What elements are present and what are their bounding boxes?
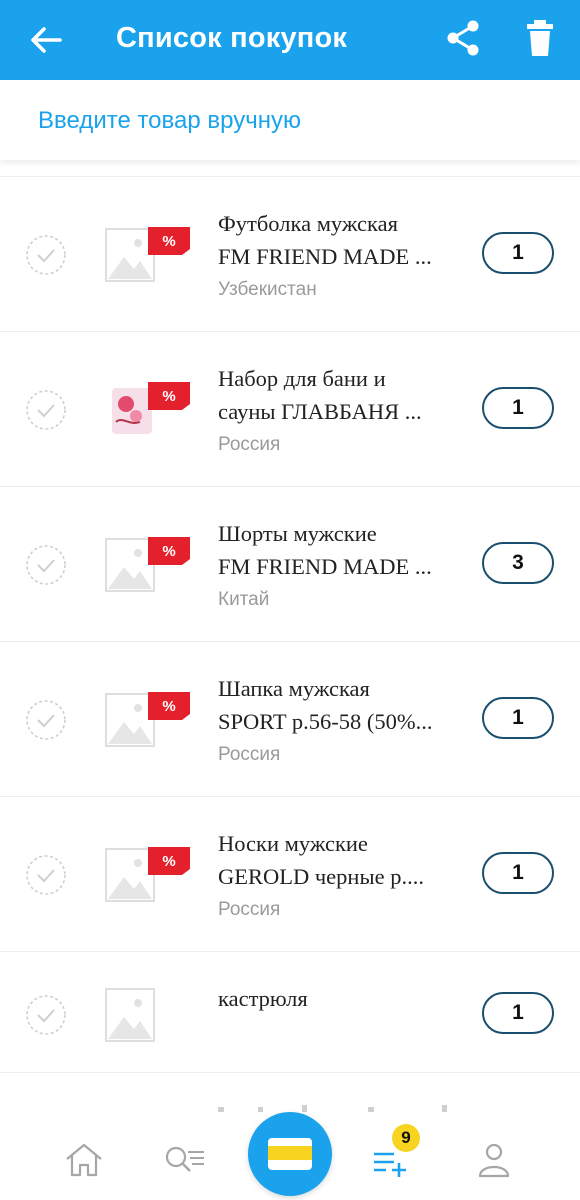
discount-label: % <box>162 388 175 405</box>
home-icon[interactable] <box>62 1140 106 1180</box>
checkbox-circle[interactable] <box>24 543 68 587</box>
item-origin: Китай <box>218 589 270 610</box>
bottom-navigation: 9 <box>0 1112 580 1200</box>
placeholder-image-icon <box>105 988 155 1042</box>
placeholder-image-icon: % <box>105 537 190 592</box>
item-origin: Россия <box>218 434 281 455</box>
manual-entry-input[interactable]: Введите товар вручную <box>38 106 301 136</box>
discount-label: % <box>162 853 175 870</box>
product-photo: % <box>112 382 190 434</box>
placeholder-image-icon: % <box>105 847 190 902</box>
arrow-left-icon[interactable] <box>26 20 66 60</box>
checkbox-circle[interactable] <box>24 853 68 897</box>
item-origin: Россия <box>218 899 281 920</box>
quantity-button[interactable]: 1 <box>482 232 554 274</box>
quantity-button[interactable]: 1 <box>482 992 554 1034</box>
profile-icon[interactable] <box>474 1140 518 1180</box>
item-name: Шорты мужские FM FRIEND MADE ... <box>218 521 432 579</box>
quantity-button[interactable]: 1 <box>482 697 554 739</box>
quantity-button[interactable]: 1 <box>482 387 554 429</box>
item-name: Шапка мужская SPORT р.56-58 (50%... <box>218 676 433 734</box>
item-name: кастрюля <box>218 986 308 1011</box>
list-item[interactable]: % Шапка мужская SPORT р.56-58 (50%... Ро… <box>0 641 580 796</box>
search-list-icon[interactable] <box>162 1140 206 1180</box>
discount-label: % <box>162 698 175 715</box>
item-name: Футболка мужская FM FRIEND MADE ... <box>218 211 432 269</box>
item-origin: Узбекистан <box>218 279 317 300</box>
list-item[interactable]: % Шорты мужские FM FRIEND MADE ... Китай… <box>0 486 580 641</box>
discount-label: % <box>162 543 175 560</box>
checkbox-circle[interactable] <box>24 993 68 1037</box>
placeholder-image-icon: % <box>105 227 190 282</box>
item-origin: Россия <box>218 744 281 765</box>
list-item[interactable]: % Футболка мужская FM FRIEND MADE ... Уз… <box>0 176 580 331</box>
app-bar: Список покупок <box>0 0 580 80</box>
loyalty-card-icon <box>268 1138 312 1170</box>
list-item-partial <box>0 1072 580 1113</box>
list-count-badge: 9 <box>392 1124 420 1152</box>
list-item[interactable]: кастрюля 1 <box>0 951 580 1075</box>
list-item[interactable]: % Набор для бани и сауны ГЛАВБАНЯ ... Ро… <box>0 331 580 486</box>
list-item[interactable]: % Носки мужские GEROLD черные р.... Росс… <box>0 796 580 951</box>
loyalty-card-button[interactable] <box>248 1112 332 1196</box>
placeholder-image-icon: % <box>105 692 190 747</box>
trash-icon[interactable] <box>520 16 560 60</box>
share-icon[interactable] <box>444 18 484 58</box>
checkbox-circle[interactable] <box>24 233 68 277</box>
discount-label: % <box>162 233 175 250</box>
page-title: Список покупок <box>116 22 348 54</box>
item-name: Набор для бани и сауны ГЛАВБАНЯ ... <box>218 366 422 424</box>
shopping-list: % Футболка мужская FM FRIEND MADE ... Уз… <box>0 176 580 1075</box>
checkbox-circle[interactable] <box>24 698 68 742</box>
item-name: Носки мужские GEROLD черные р.... <box>218 831 424 889</box>
manual-entry-bar: Введите товар вручную <box>0 80 580 160</box>
quantity-button[interactable]: 1 <box>482 852 554 894</box>
quantity-button[interactable]: 3 <box>482 542 554 584</box>
checkbox-circle[interactable] <box>24 388 68 432</box>
